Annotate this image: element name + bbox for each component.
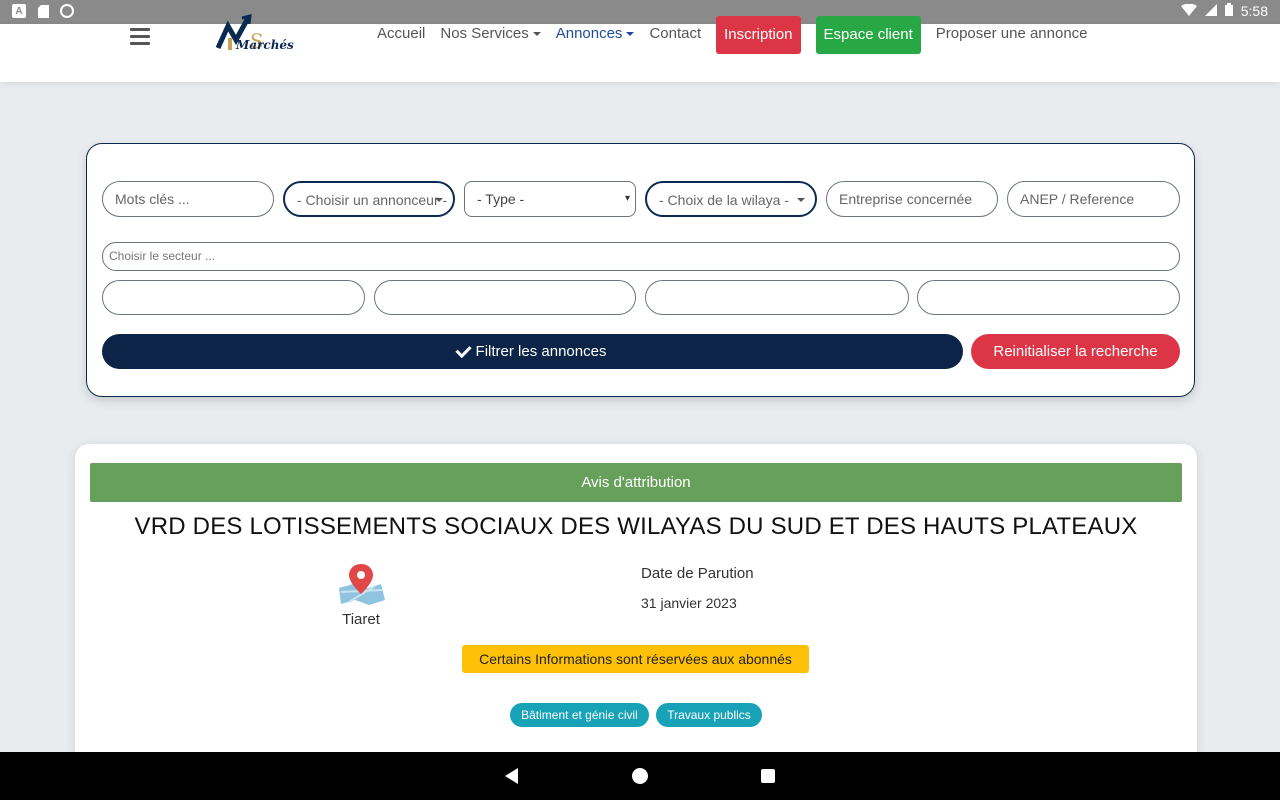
advertiser-select-placeholder: - Choisir un annonceur - <box>297 192 448 208</box>
battery-icon <box>1224 3 1233 19</box>
reset-search-button[interactable]: Reinitialiser la recherche <box>971 334 1180 369</box>
keywords-input[interactable]: Mots clés ... <box>102 181 274 217</box>
ad-category-banner: Avis d'attribution <box>90 463 1182 502</box>
publication-date: 31 janvier 2023 <box>641 595 737 611</box>
home-icon[interactable] <box>632 768 648 784</box>
signal-icon <box>1204 3 1217 19</box>
empty-field[interactable] <box>645 280 909 315</box>
nav-link-label: Annonces <box>555 25 623 42</box>
sector-tag[interactable]: Travaux publics <box>656 703 762 727</box>
wilaya-select-placeholder: - Choix de la wilaya - <box>659 192 789 208</box>
signup-button[interactable]: Inscription <box>716 16 801 54</box>
anep-reference-input[interactable]: ANEP / Reference <box>1007 181 1180 217</box>
nav-link-services[interactable]: Nos Services <box>440 25 541 42</box>
caret-down-icon <box>435 198 443 202</box>
text-a-icon: A <box>12 4 26 18</box>
empty-field[interactable] <box>102 280 365 315</box>
status-time: 5:58 <box>1240 3 1268 19</box>
caret-down-icon <box>532 32 541 37</box>
recent-apps-icon[interactable] <box>761 769 775 783</box>
type-select-placeholder: - Type - <box>477 191 525 207</box>
logo-text: Marchés <box>236 38 294 52</box>
sector-tag[interactable]: Bâtiment et génie civil <box>510 703 649 727</box>
nav-link-annonces[interactable]: Annonces <box>556 25 635 42</box>
caret-down-icon <box>626 32 635 37</box>
record-icon <box>60 4 74 18</box>
subscriber-notice-badge: Certains Informations sont réservées aux… <box>462 645 809 673</box>
site-navbar: S Marchés Accueil Nos Services Annonces … <box>0 14 1280 82</box>
system-nav-bar <box>0 752 1280 800</box>
publication-date-label: Date de Parution <box>641 565 754 582</box>
type-select[interactable]: - Type - ▾ <box>464 181 636 217</box>
ad-title[interactable]: VRD DES LOTISSEMENTS SOCIAUX DES WILAYAS… <box>75 513 1197 541</box>
check-icon <box>454 341 472 358</box>
sector-input[interactable]: Choisir le secteur ... <box>102 242 1180 271</box>
wilaya-select[interactable]: - Choix de la wilaya - <box>645 181 817 217</box>
hamburger-menu-icon[interactable] <box>130 28 150 46</box>
advertiser-select[interactable]: - Choisir un annonceur - <box>283 181 455 217</box>
sd-card-icon <box>36 4 50 18</box>
filter-card: Mots clés ... - Choisir un annonceur - -… <box>86 143 1195 397</box>
nav-link-accueil[interactable]: Accueil <box>377 25 425 42</box>
client-area-button[interactable]: Espace client <box>815 16 921 54</box>
filter-button-label: Filtrer les annonces <box>475 343 607 360</box>
ad-card[interactable]: Avis d'attribution VRD DES LOTISSEMENTS … <box>75 444 1197 764</box>
filter-ads-button[interactable]: Filtrer les annonces <box>102 334 963 369</box>
back-icon[interactable] <box>505 768 518 784</box>
main-nav: Accueil Nos Services Annonces Contact In… <box>377 16 1103 54</box>
site-logo[interactable]: S Marchés <box>214 14 294 58</box>
empty-field[interactable] <box>374 280 636 315</box>
select-arrow-icon: ▾ <box>624 193 630 204</box>
wifi-icon <box>1180 3 1197 19</box>
company-input[interactable]: Entreprise concernée <box>826 181 998 217</box>
empty-field[interactable] <box>917 280 1180 315</box>
ad-location: Tiaret <box>342 611 380 628</box>
propose-ad-link[interactable]: Proposer une annonce <box>936 25 1088 42</box>
nav-link-contact[interactable]: Contact <box>649 25 701 42</box>
caret-down-icon <box>797 198 805 202</box>
status-bar: A 5:58 <box>0 0 1280 24</box>
nav-link-label: Nos Services <box>440 25 529 42</box>
map-pin-icon <box>335 562 387 606</box>
